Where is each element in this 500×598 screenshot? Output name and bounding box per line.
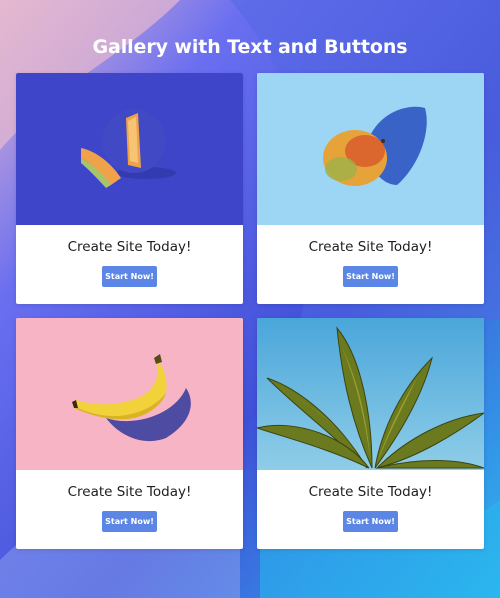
card-image xyxy=(16,73,243,225)
start-now-button[interactable]: Start Now! xyxy=(343,511,398,532)
gallery-card: Create Site Today! Start Now! xyxy=(257,73,484,304)
card-caption: Create Site Today! xyxy=(67,239,192,255)
page-title: Gallery with Text and Buttons xyxy=(92,36,408,58)
start-now-button[interactable]: Start Now! xyxy=(102,511,157,532)
start-now-button[interactable]: Start Now! xyxy=(343,266,398,287)
melon-image xyxy=(16,73,243,225)
leaves-image xyxy=(257,318,484,470)
card-image xyxy=(257,73,484,225)
card-caption: Create Site Today! xyxy=(308,239,433,255)
gallery-card: Create Site Today! Start Now! xyxy=(16,318,243,549)
gallery-card: Create Site Today! Start Now! xyxy=(16,73,243,304)
banana-image xyxy=(16,318,243,470)
card-caption: Create Site Today! xyxy=(308,484,433,500)
gallery-card: Create Site Today! Start Now! xyxy=(257,318,484,549)
mango-image xyxy=(257,73,484,225)
card-image xyxy=(16,318,243,470)
card-image xyxy=(257,318,484,470)
start-now-button[interactable]: Start Now! xyxy=(102,266,157,287)
card-caption: Create Site Today! xyxy=(67,484,192,500)
